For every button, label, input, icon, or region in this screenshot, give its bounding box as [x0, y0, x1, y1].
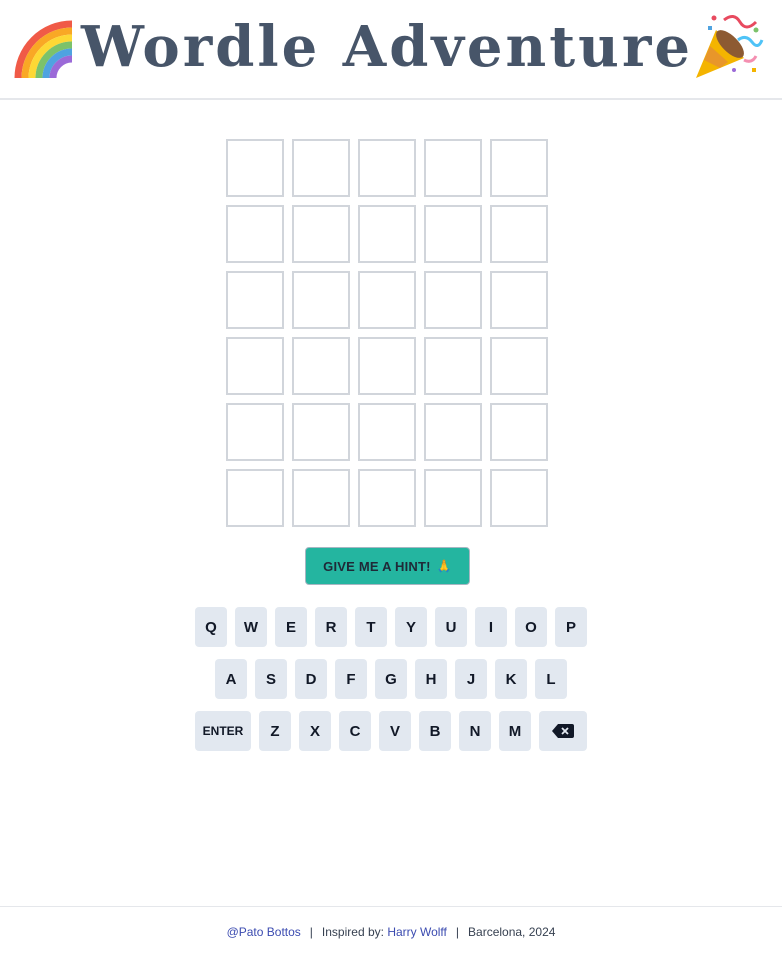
key-y[interactable]: Y	[395, 607, 427, 647]
key-o[interactable]: O	[515, 607, 547, 647]
key-l[interactable]: L	[535, 659, 567, 699]
board-tile	[358, 337, 416, 395]
praying-hands-icon: 🙏	[436, 559, 452, 573]
board-tile	[358, 205, 416, 263]
keyboard-row-2: ASDFGHJKL	[0, 659, 782, 699]
board-tile	[424, 469, 482, 527]
board-tile	[226, 403, 284, 461]
board-tile	[226, 139, 284, 197]
key-h[interactable]: H	[415, 659, 447, 699]
key-z[interactable]: Z	[259, 711, 291, 751]
key-enter[interactable]: ENTER	[195, 711, 251, 751]
keyboard-row-3: ENTER Z X C V B N M	[0, 711, 782, 751]
footer: @Pato Bottos | Inspired by: Harry Wolff …	[0, 906, 782, 956]
inspired-link[interactable]: Harry Wolff	[387, 925, 447, 939]
board-tile	[490, 469, 548, 527]
board-tile	[490, 205, 548, 263]
page-title: Wordle Adventure	[81, 14, 693, 80]
board-tile	[226, 337, 284, 395]
board-tile	[292, 271, 350, 329]
backspace-icon	[552, 724, 574, 738]
board-tile	[292, 469, 350, 527]
board-tile	[490, 139, 548, 197]
board-tile	[424, 403, 482, 461]
board-tile	[292, 139, 350, 197]
board-tile	[292, 403, 350, 461]
key-p[interactable]: P	[555, 607, 587, 647]
key-m[interactable]: M	[499, 711, 531, 751]
key-b[interactable]: B	[419, 711, 451, 751]
key-c[interactable]: C	[339, 711, 371, 751]
hint-button-label: GIVE ME A HINT!	[323, 558, 431, 574]
board-tile	[292, 205, 350, 263]
board-tile	[424, 205, 482, 263]
key-v[interactable]: V	[379, 711, 411, 751]
key-f[interactable]: F	[335, 659, 367, 699]
game-board	[226, 139, 550, 529]
key-w[interactable]: W	[235, 607, 267, 647]
footer-separator: |	[309, 924, 313, 939]
board-tile	[490, 337, 548, 395]
hint-button[interactable]: GIVE ME A HINT! 🙏	[305, 547, 470, 585]
keyboard-row-1: QWERTYUIOP	[0, 607, 782, 647]
board-tile	[358, 139, 416, 197]
key-k[interactable]: K	[495, 659, 527, 699]
key-j[interactable]: J	[455, 659, 487, 699]
key-t[interactable]: T	[355, 607, 387, 647]
board-tile	[292, 337, 350, 395]
key-x[interactable]: X	[299, 711, 331, 751]
key-e[interactable]: E	[275, 607, 307, 647]
backspace-key[interactable]	[539, 711, 587, 751]
key-n[interactable]: N	[459, 711, 491, 751]
key-s[interactable]: S	[255, 659, 287, 699]
inspired-label: Inspired by:	[321, 924, 384, 939]
party-popper-icon	[696, 15, 764, 78]
on-screen-keyboard: QWERTYUIOP ASDFGHJKL ENTER Z X C V B N M	[0, 607, 782, 763]
board-tile	[490, 403, 548, 461]
key-g[interactable]: G	[375, 659, 407, 699]
board-tile	[226, 469, 284, 527]
board-tile	[358, 403, 416, 461]
key-d[interactable]: D	[295, 659, 327, 699]
board-tile	[358, 469, 416, 527]
key-i[interactable]: I	[475, 607, 507, 647]
board-tile	[490, 271, 548, 329]
key-r[interactable]: R	[315, 607, 347, 647]
board-tile	[424, 337, 482, 395]
key-a[interactable]: A	[215, 659, 247, 699]
board-tile	[424, 139, 482, 197]
board-tile	[358, 271, 416, 329]
board-tile	[226, 271, 284, 329]
header: Wordle Adventure	[0, 0, 782, 100]
author-link[interactable]: @Pato Bottos	[227, 925, 301, 939]
footer-separator: |	[455, 924, 460, 939]
board-tile	[226, 205, 284, 263]
board-tile	[424, 271, 482, 329]
key-q[interactable]: Q	[195, 607, 227, 647]
footer-location: Barcelona, 2024	[468, 924, 556, 939]
key-u[interactable]: U	[435, 607, 467, 647]
